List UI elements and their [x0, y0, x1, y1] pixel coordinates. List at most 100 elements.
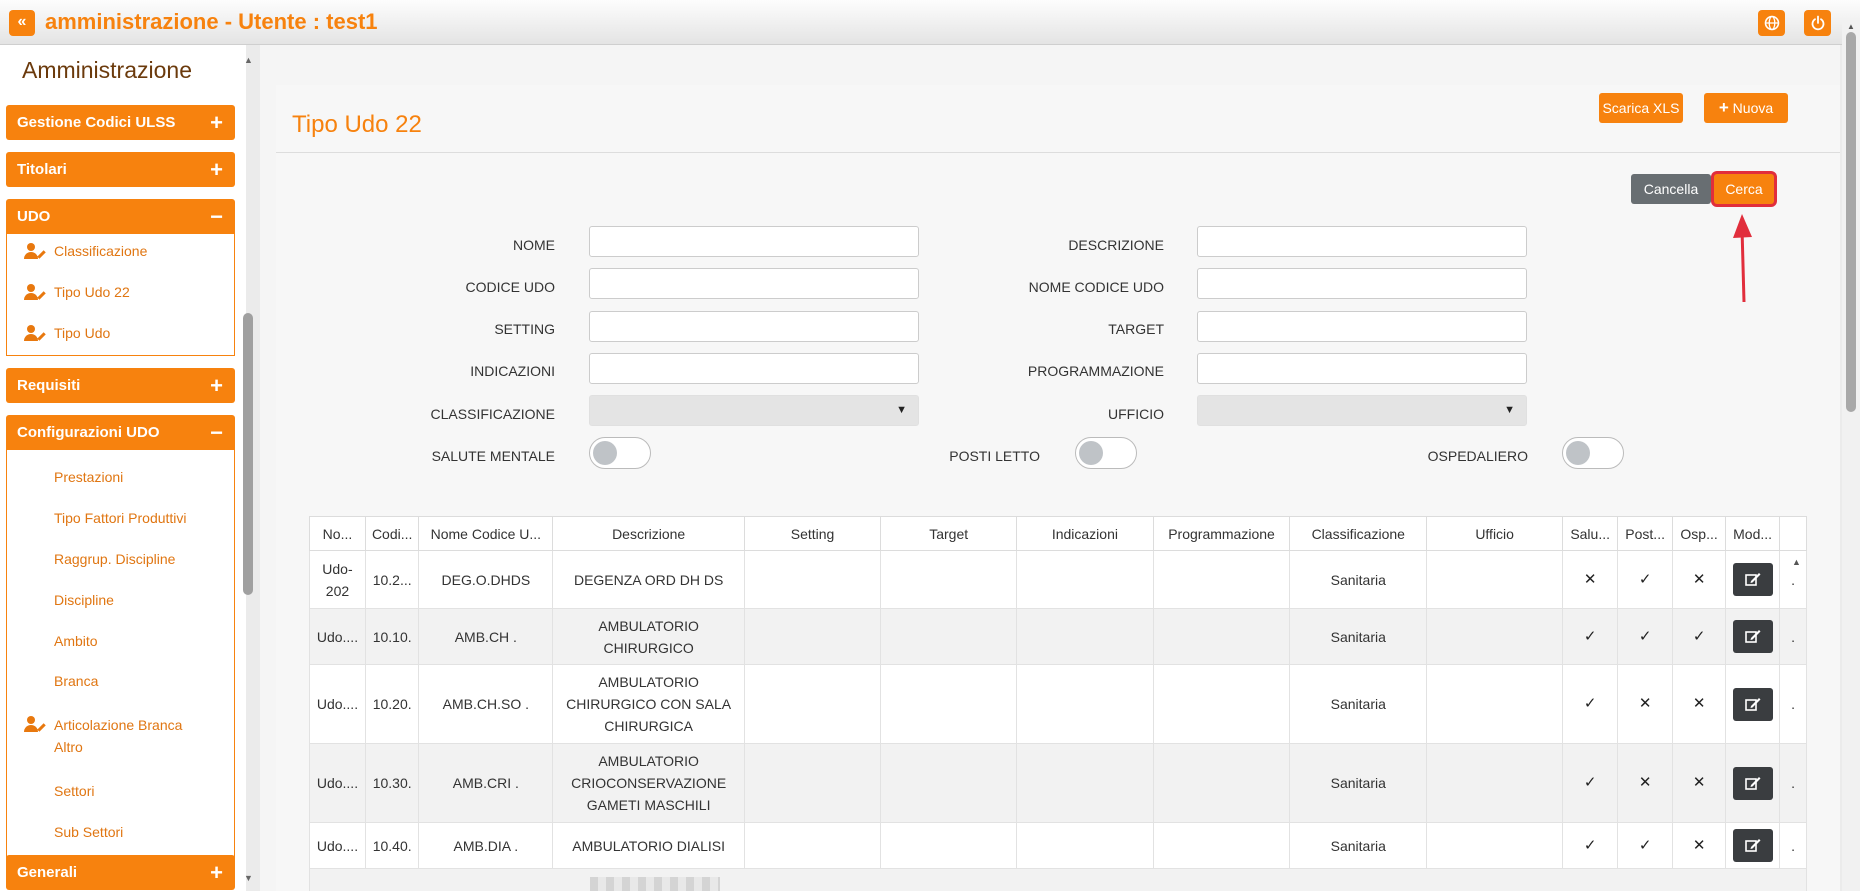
annotation-arrow-icon: [1733, 214, 1752, 303]
cancel-button[interactable]: Cancella: [1631, 174, 1711, 204]
edit-button[interactable]: [1732, 687, 1773, 721]
group-header[interactable]: Configurazioni UDO −: [6, 415, 235, 450]
codice-udo-input[interactable]: [589, 268, 919, 299]
sidebar-item-ambito[interactable]: Ambito: [7, 633, 98, 655]
column-header[interactable]: Ufficio: [1426, 516, 1564, 551]
cell-salute-mentale: ✓: [1562, 743, 1619, 823]
salute-mentale-toggle[interactable]: [589, 437, 651, 469]
sidebar-group-requisiti[interactable]: Requisiti +: [6, 368, 235, 403]
edit-button[interactable]: [1732, 563, 1773, 596]
sidebar-item-settori[interactable]: Settori: [7, 783, 94, 805]
label-ospedaliero: OSPEDALIERO: [1427, 448, 1528, 464]
group-header[interactable]: Requisiti +: [6, 368, 235, 403]
ufficio-select[interactable]: ▼: [1197, 395, 1527, 426]
scroll-up-icon[interactable]: ▲: [1847, 22, 1855, 31]
sidebar-item-branca[interactable]: Branca: [7, 673, 98, 695]
ospedaliero-toggle[interactable]: [1562, 437, 1624, 469]
target-input[interactable]: [1197, 311, 1527, 342]
group-header[interactable]: Generali +: [6, 855, 235, 890]
group-header[interactable]: Titolari +: [6, 152, 235, 187]
scroll-up-icon[interactable]: ▲: [244, 55, 253, 65]
group-header[interactable]: Gestione Codici ULSS +: [6, 105, 235, 140]
cell-ufficio: [1426, 550, 1564, 609]
cell-setting: [743, 550, 882, 609]
scrollbar-thumb[interactable]: [1846, 32, 1856, 412]
table-row: Udo.... 10.10. AMB.CH . AMBULATORIO CHIR…: [309, 608, 1807, 665]
sidebar-item-sub-settori[interactable]: Sub Settori: [7, 824, 123, 846]
classificazione-select[interactable]: ▼: [589, 395, 919, 426]
edit-button[interactable]: [1732, 766, 1773, 800]
toggle-knob: [1566, 441, 1590, 465]
column-header[interactable]: Codi...: [364, 516, 420, 551]
column-header[interactable]: Target: [880, 516, 1018, 551]
sidebar-scrollbar[interactable]: ▲ ▼: [240, 45, 256, 891]
scroll-down-icon[interactable]: ▼: [244, 873, 253, 883]
column-header[interactable]: Indicazioni: [1016, 516, 1154, 551]
posti-letto-toggle[interactable]: [1075, 437, 1137, 469]
column-header[interactable]: Setting: [743, 516, 882, 551]
label-codice-udo: CODICE UDO: [465, 279, 555, 295]
group-label: Requisiti: [17, 377, 81, 394]
sidebar-group-configurazioni-udo[interactable]: Configurazioni UDO − Prestazioni Tipo Fat…: [6, 415, 235, 874]
column-header[interactable]: Classificazione: [1289, 516, 1428, 551]
column-header[interactable]: Osp...: [1672, 516, 1727, 551]
edit-button[interactable]: [1732, 620, 1773, 653]
descrizione-input[interactable]: [1197, 226, 1527, 257]
minus-icon[interactable]: −: [210, 415, 223, 450]
sidebar-group-gestione-codici-ulss[interactable]: Gestione Codici ULSS +: [6, 105, 235, 140]
minus-icon[interactable]: −: [210, 199, 223, 234]
group-label: Generali: [17, 864, 78, 881]
plus-icon[interactable]: +: [210, 368, 223, 403]
nome-input[interactable]: [589, 226, 919, 257]
cell-nome: Udo....: [309, 822, 366, 869]
label-nome: NOME: [513, 237, 555, 253]
column-header[interactable]: Post...: [1617, 516, 1674, 551]
sidebar-group-titolari[interactable]: Titolari +: [6, 152, 235, 187]
new-button[interactable]: + Nuova: [1704, 93, 1788, 123]
programmazione-input[interactable]: [1197, 353, 1527, 384]
indicazioni-input[interactable]: [589, 353, 919, 384]
sidebar-item-tipo-udo-22[interactable]: Tipo Udo 22: [7, 284, 234, 309]
edit-button[interactable]: [1732, 829, 1773, 862]
table-scrollbar[interactable]: ▲: [1788, 555, 1804, 891]
column-header[interactable]: Programmazione: [1152, 516, 1291, 551]
column-header[interactable]: Nome Codice U...: [418, 516, 554, 551]
cell-codice: 10.10.: [364, 608, 420, 665]
group-label: Gestione Codici ULSS: [17, 114, 176, 131]
logout-button[interactable]: [1804, 10, 1831, 36]
nome-codice-udo-input[interactable]: [1197, 268, 1527, 299]
language-button[interactable]: [1758, 10, 1785, 36]
group-body: Classificazione Tipo Udo 22 Tipo Udo: [6, 234, 235, 356]
sidebar-item-raggrup-discipline[interactable]: Raggrup. Discipline: [7, 551, 175, 573]
sidebar-item-label: Tipo Udo 22: [54, 284, 130, 300]
column-header[interactable]: Mod...: [1725, 516, 1781, 551]
cell-setting: [743, 743, 882, 823]
sidebar-item-tipo-udo[interactable]: Tipo Udo: [7, 325, 234, 350]
sidebar-group-generali[interactable]: Generali +: [6, 855, 235, 890]
scroll-up-icon[interactable]: ▲: [1792, 557, 1801, 567]
edit-icon: [1744, 573, 1761, 586]
search-button[interactable]: Cerca: [1714, 174, 1774, 204]
scrollbar-thumb[interactable]: [243, 313, 253, 595]
download-xls-button[interactable]: Scarica XLS: [1599, 93, 1683, 123]
plus-icon[interactable]: +: [210, 855, 223, 890]
group-header[interactable]: UDO −: [6, 199, 235, 234]
sidebar-item-classificazione[interactable]: Classificazione: [7, 243, 234, 268]
sidebar-group-udo[interactable]: UDO − Classificazione Tipo Udo 22 Tipo Ud…: [6, 199, 235, 356]
collapse-sidebar-button[interactable]: «: [9, 10, 35, 36]
cell-ospedaliero: ✕: [1672, 743, 1727, 823]
sidebar-item-articolazione-branca-altro[interactable]: Articolazione Branca Altro: [24, 714, 246, 758]
column-header[interactable]: Descrizione: [552, 516, 745, 551]
sidebar-title: Amministrazione: [22, 57, 192, 83]
sidebar-item-discipline[interactable]: Discipline: [7, 592, 114, 614]
sidebar-item-tipo-fattori-produttivi[interactable]: Tipo Fattori Produttivi: [7, 510, 187, 532]
column-header[interactable]: Salu...: [1562, 516, 1619, 551]
cell-nome: Udo....: [309, 664, 366, 744]
cell-nome-codice: AMB.DIA .: [418, 822, 554, 869]
plus-icon[interactable]: +: [210, 105, 223, 140]
page-scrollbar[interactable]: ▲: [1842, 20, 1860, 891]
sidebar-item-prestazioni[interactable]: Prestazioni: [7, 469, 123, 491]
plus-icon[interactable]: +: [210, 152, 223, 187]
setting-input[interactable]: [589, 311, 919, 342]
column-header[interactable]: No...: [309, 516, 366, 551]
